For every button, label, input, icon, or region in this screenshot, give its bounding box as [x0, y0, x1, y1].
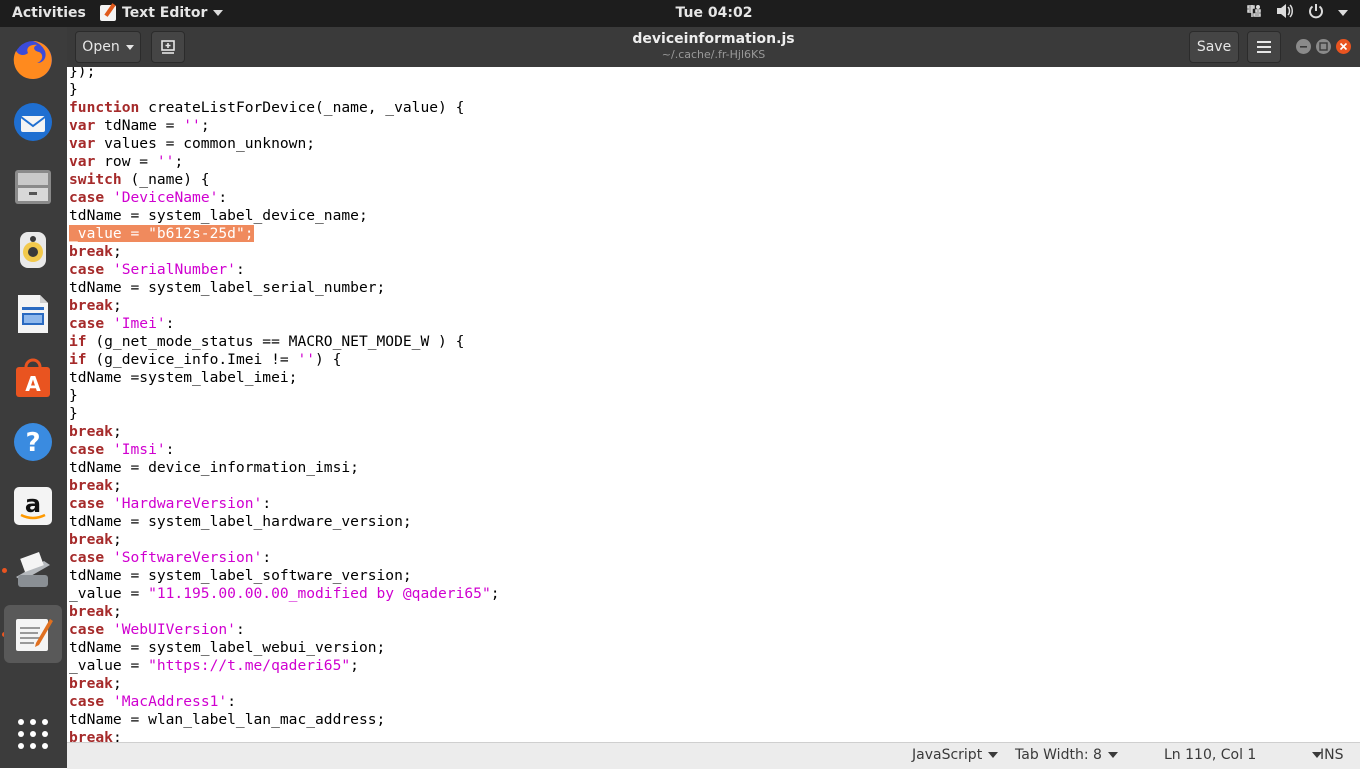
- code-line[interactable]: case 'Imsi':: [69, 441, 500, 459]
- code-line[interactable]: case 'Imei':: [69, 315, 500, 333]
- chevron-down-icon: [1107, 752, 1118, 758]
- maximize-button[interactable]: [1316, 39, 1331, 54]
- code-line[interactable]: var row = '';: [69, 153, 500, 171]
- dock-writer[interactable]: [4, 285, 62, 343]
- cursor-position-label: Ln 110, Col 1: [1164, 747, 1257, 763]
- code-line[interactable]: }: [69, 387, 500, 405]
- code-line[interactable]: _value = "https://t.me/qaderi65";: [69, 657, 500, 675]
- code-line[interactable]: case 'SerialNumber':: [69, 261, 500, 279]
- app-grid-icon: [18, 719, 48, 749]
- maximize-icon: [1319, 42, 1328, 51]
- hamburger-menu-icon: [1257, 41, 1271, 53]
- header-bar: Open deviceinformation.js ~/.cache/.fr-H…: [67, 27, 1360, 68]
- svg-text:A: A: [25, 372, 41, 396]
- code-line[interactable]: _value = "b612s-25d";: [69, 225, 500, 243]
- cursor-position-selector[interactable]: Ln 110, Col 1: [1164, 747, 1323, 763]
- code-line[interactable]: break;: [69, 243, 500, 261]
- language-label: JavaScript: [912, 747, 983, 763]
- code-line[interactable]: tdName = system_label_device_name;: [69, 207, 500, 225]
- document-title: deviceinformation.js: [632, 31, 795, 47]
- network-icon: [1246, 3, 1262, 23]
- code-view[interactable]: });} function createListForDevice(_name, …: [69, 67, 500, 742]
- code-line[interactable]: tdName = wlan_label_lan_mac_address;: [69, 711, 500, 729]
- save-button[interactable]: Save: [1189, 31, 1239, 63]
- code-line[interactable]: var values = common_unknown;: [69, 135, 500, 153]
- code-line[interactable]: case 'MacAddress1':: [69, 693, 500, 711]
- language-selector[interactable]: JavaScript: [912, 747, 999, 763]
- minimize-button[interactable]: [1296, 39, 1311, 54]
- dock-software[interactable]: A: [4, 349, 62, 407]
- code-line[interactable]: }: [69, 405, 500, 423]
- save-button-label: Save: [1196, 39, 1232, 55]
- code-line[interactable]: tdName = system_label_hardware_version;: [69, 513, 500, 531]
- scanner-icon: [16, 552, 50, 587]
- code-line[interactable]: _value = "11.195.00.00.00_modified by @q…: [69, 585, 500, 603]
- chevron-down-icon: [988, 752, 999, 758]
- text-editor-icon: [16, 619, 53, 651]
- svg-text:?: ?: [25, 428, 40, 458]
- show-applications-button[interactable]: [4, 705, 62, 763]
- code-line[interactable]: case 'SoftwareVersion':: [69, 549, 500, 567]
- thunderbird-icon: [14, 103, 52, 141]
- code-line[interactable]: tdName = system_label_webui_version;: [69, 639, 500, 657]
- speaker-icon: [20, 232, 46, 268]
- code-line[interactable]: tdName =system_label_imei;: [69, 369, 500, 387]
- code-line[interactable]: var tdName = '';: [69, 117, 500, 135]
- code-line[interactable]: case 'HardwareVersion':: [69, 495, 500, 513]
- close-icon: [1339, 42, 1348, 51]
- text-selection[interactable]: _value = "b612s-25d";: [69, 225, 254, 242]
- code-line[interactable]: break;: [69, 423, 500, 441]
- document-path: ~/.cache/.fr-Hjl6KS: [661, 48, 766, 61]
- code-line[interactable]: break;: [69, 603, 500, 621]
- amazon-icon: a: [14, 487, 52, 525]
- code-line[interactable]: tdName = system_label_software_version;: [69, 567, 500, 585]
- dock-text-editor[interactable]: [4, 605, 62, 663]
- code-line[interactable]: case 'WebUIVersion':: [69, 621, 500, 639]
- text-editor-area[interactable]: });} function createListForDevice(_name, …: [67, 67, 1360, 742]
- firefox-icon: [13, 41, 52, 79]
- chevron-down-icon: [1338, 10, 1348, 16]
- dock-rhythmbox[interactable]: [4, 221, 62, 279]
- dock-help[interactable]: ?: [4, 413, 62, 471]
- menu-button[interactable]: [1247, 31, 1281, 63]
- dock-scanner[interactable]: [4, 541, 62, 599]
- dock-amazon[interactable]: a: [4, 477, 62, 535]
- code-line[interactable]: });: [69, 67, 500, 81]
- help-icon: ?: [14, 423, 52, 461]
- system-tray[interactable]: [1246, 3, 1348, 23]
- code-line[interactable]: tdName = device_information_imsi;: [69, 459, 500, 477]
- code-line[interactable]: break;: [69, 477, 500, 495]
- power-icon: [1308, 3, 1324, 23]
- dock-files[interactable]: [4, 157, 62, 215]
- code-line[interactable]: break;: [69, 297, 500, 315]
- svg-text:a: a: [25, 490, 41, 518]
- code-line[interactable]: if (g_device_info.Imei != '') {: [69, 351, 500, 369]
- code-line[interactable]: break;: [69, 675, 500, 693]
- code-line[interactable]: }: [69, 81, 500, 99]
- shopping-bag-icon: A: [16, 358, 50, 397]
- tab-width-selector[interactable]: Tab Width: 8: [1015, 747, 1118, 763]
- top-panel: Activities Text Editor Tue 04:02: [0, 0, 1360, 27]
- code-line[interactable]: break;: [69, 531, 500, 549]
- dock-thunderbird[interactable]: [4, 93, 62, 151]
- file-cabinet-icon: [15, 170, 51, 204]
- clock[interactable]: Tue 04:02: [0, 5, 1360, 21]
- code-line[interactable]: case 'DeviceName':: [69, 189, 500, 207]
- tab-width-label: Tab Width: 8: [1015, 747, 1102, 763]
- writer-document-icon: [18, 295, 48, 333]
- code-line[interactable]: if (g_net_mode_status == MACRO_NET_MODE_…: [69, 333, 500, 351]
- volume-icon: [1276, 3, 1294, 23]
- status-bar: JavaScript Tab Width: 8 Ln 110, Col 1 IN…: [67, 742, 1360, 769]
- code-line[interactable]: tdName = system_label_serial_number;: [69, 279, 500, 297]
- code-line[interactable]: switch (_name) {: [69, 171, 500, 189]
- insert-mode-indicator[interactable]: INS: [1320, 747, 1344, 763]
- code-line[interactable]: break;: [69, 729, 500, 742]
- dock-firefox[interactable]: [4, 31, 62, 89]
- minimize-icon: [1300, 46, 1307, 48]
- code-line[interactable]: function createListForDevice(_name, _val…: [69, 99, 500, 117]
- insert-mode-label: INS: [1320, 747, 1344, 763]
- window-title: deviceinformation.js ~/.cache/.fr-Hjl6KS: [67, 31, 1360, 61]
- dock: A ? a: [0, 27, 67, 768]
- close-button[interactable]: [1336, 39, 1351, 54]
